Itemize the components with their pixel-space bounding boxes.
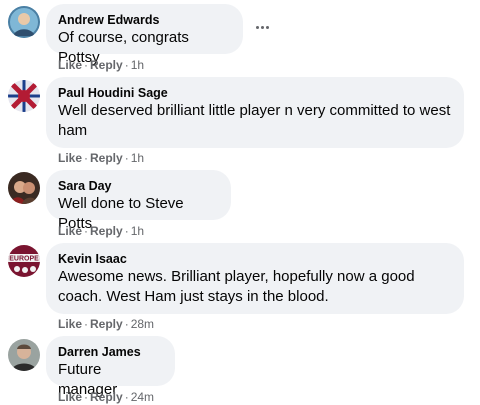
- like-button[interactable]: Like: [58, 390, 82, 404]
- comment-timestamp[interactable]: 1h: [131, 151, 144, 165]
- comment-bubble: Kevin Isaac Awesome news. Brilliant play…: [46, 243, 464, 314]
- like-button[interactable]: Like: [58, 224, 82, 238]
- avatar[interactable]: [8, 80, 40, 112]
- comment-author[interactable]: Andrew Edwards: [58, 12, 231, 28]
- comment-timestamp[interactable]: 28m: [131, 317, 154, 331]
- comment-author[interactable]: Darren James: [58, 344, 163, 360]
- avatar[interactable]: [8, 172, 40, 204]
- avatar[interactable]: [8, 6, 40, 38]
- user-avatar-icon: [8, 339, 40, 371]
- comment-actions: Like · Reply · 28m: [58, 317, 155, 331]
- reply-button[interactable]: Reply: [90, 317, 123, 331]
- comment-actions: Like · Reply · 1h: [58, 58, 145, 72]
- comment-text: Awesome news. Brilliant player, hopefull…: [58, 268, 415, 305]
- comment-timestamp[interactable]: 1h: [131, 224, 144, 238]
- like-button[interactable]: Like: [58, 58, 82, 72]
- comment-actions: Like · Reply · 1h: [58, 224, 145, 238]
- user-avatar-icon: [8, 172, 40, 204]
- like-button[interactable]: Like: [58, 317, 82, 331]
- reply-button[interactable]: Reply: [90, 390, 123, 404]
- reply-button[interactable]: Reply: [90, 58, 123, 72]
- reply-button[interactable]: Reply: [90, 224, 123, 238]
- comment-author[interactable]: Paul Houdini Sage: [58, 85, 452, 101]
- more-options-icon[interactable]: [250, 19, 274, 35]
- comment-author[interactable]: Kevin Isaac: [58, 251, 452, 267]
- comment-text: Well deserved brilliant little player n …: [58, 102, 451, 139]
- avatar[interactable]: EUROPE: [8, 245, 40, 277]
- comment-bubble: Sara Day Well done to Steve Potts: [46, 170, 231, 232]
- comment-bubble: Andrew Edwards Of course, congrats Potts…: [46, 4, 243, 66]
- comment-bubble: Paul Houdini Sage Well deserved brillian…: [46, 77, 464, 148]
- comment-timestamp[interactable]: 1h: [131, 58, 144, 72]
- user-avatar-icon: EUROPE: [8, 245, 40, 277]
- comment-author[interactable]: Sara Day: [58, 178, 219, 194]
- avatar[interactable]: [8, 339, 40, 371]
- comment-timestamp[interactable]: 24m: [131, 390, 154, 404]
- user-avatar-icon: [8, 80, 40, 112]
- user-avatar-icon: [8, 6, 40, 38]
- comment-bubble: Darren James Future manager: [46, 336, 175, 398]
- comment-actions: Like · Reply · 24m: [58, 390, 155, 404]
- like-button[interactable]: Like: [58, 151, 82, 165]
- comment-actions: Like · Reply · 1h: [58, 151, 145, 165]
- reply-button[interactable]: Reply: [90, 151, 123, 165]
- avatar-text: EUROPE: [9, 256, 39, 263]
